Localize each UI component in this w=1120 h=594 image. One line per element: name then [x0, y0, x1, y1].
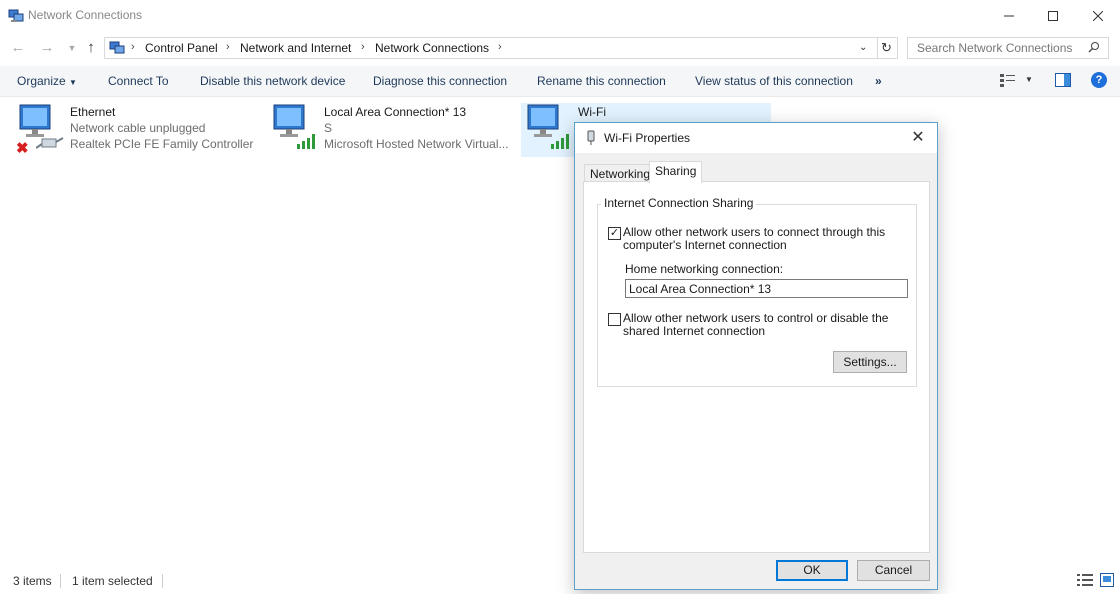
allow-connect-label-line2: computer's Internet connection — [623, 238, 787, 252]
breadcrumb-network-connections[interactable]: Network Connections — [375, 41, 489, 55]
network-status: S — [324, 121, 333, 135]
status-bar: 3 items 1 item selected — [0, 571, 1120, 591]
home-networking-value: Local Area Connection* 13 — [629, 282, 772, 296]
home-networking-field[interactable]: Local Area Connection* 13 — [625, 279, 908, 298]
network-name: Local Area Connection* 13 — [324, 105, 467, 119]
network-status: Network cable unplugged — [70, 121, 206, 135]
cancel-button[interactable]: Cancel — [857, 560, 930, 581]
ics-group-box: ✓ Allow other network users to connect t… — [597, 204, 917, 387]
organize-label: Organize — [17, 74, 66, 88]
breadcrumb-separator-icon: › — [226, 41, 230, 53]
network-name: Wi-Fi — [578, 105, 606, 119]
tab-networking[interactable]: Networking — [584, 164, 657, 182]
maximize-button[interactable] — [1030, 0, 1076, 32]
address-divider — [877, 38, 878, 58]
help-icon[interactable]: ? — [1091, 72, 1107, 88]
rename-button[interactable]: Rename this connection — [537, 74, 666, 88]
address-bar[interactable]: › Control Panel › Network and Internet ›… — [104, 37, 898, 59]
control-panel-icon — [109, 40, 125, 59]
search-icon[interactable] — [1088, 41, 1100, 56]
diagnose-button[interactable]: Diagnose this connection — [373, 74, 507, 88]
ok-button[interactable]: OK — [776, 560, 848, 581]
search-box[interactable]: Search Network Connections — [907, 37, 1109, 59]
network-adapter: Microsoft Hosted Network Virtual... — [324, 137, 509, 151]
signal-bars-icon — [296, 133, 318, 152]
status-divider — [60, 574, 61, 588]
allow-control-label[interactable]: Allow other network users to control or … — [623, 312, 888, 338]
checkmark-icon: ✓ — [609, 227, 620, 239]
search-input[interactable]: Search Network Connections — [917, 41, 1072, 55]
breadcrumb-control-panel[interactable]: Control Panel — [145, 41, 218, 55]
disable-device-button[interactable]: Disable this network device — [200, 74, 345, 88]
network-adapter: Realtek PCIe FE Family Controller — [70, 137, 254, 151]
ics-group-title: Internet Connection Sharing — [601, 196, 757, 210]
allow-connect-label[interactable]: Allow other network users to connect thr… — [623, 226, 885, 252]
disconnected-x-icon: ✖ — [16, 140, 29, 157]
view-status-button[interactable]: View status of this connection — [695, 74, 853, 88]
network-item-ethernet[interactable]: ✖ Ethernet Network cable unplugged Realt… — [14, 103, 254, 157]
refresh-icon[interactable]: ↻ — [881, 40, 892, 56]
up-arrow-icon[interactable]: ↑ — [82, 39, 100, 57]
breadcrumb-separator-icon: › — [361, 41, 365, 53]
change-view-icon[interactable] — [1000, 73, 1016, 90]
more-commands-chevron-icon[interactable]: » — [875, 74, 882, 88]
settings-button[interactable]: Settings... — [833, 351, 907, 373]
signal-bars-icon — [550, 133, 572, 152]
address-dropdown-chevron-icon[interactable]: ⌄ — [859, 42, 867, 53]
breadcrumb-separator-icon: › — [131, 41, 135, 53]
allow-control-label-line2: shared Internet connection — [623, 324, 766, 338]
network-name: Ethernet — [70, 105, 116, 119]
network-cable-icon — [35, 136, 64, 155]
details-view-icon[interactable] — [1077, 573, 1093, 590]
wifi-properties-dialog: Wi-Fi Properties ✕ Networking Sharing ✓ … — [574, 122, 938, 590]
selection-count: 1 item selected — [72, 574, 153, 588]
organize-chevron-icon: ▼ — [69, 78, 77, 87]
network-adapter-icon — [585, 130, 597, 149]
network-item-local-area-connection[interactable]: Local Area Connection* 13 S Microsoft Ho… — [268, 103, 518, 155]
large-icons-view-icon[interactable] — [1100, 573, 1114, 590]
forward-arrow-icon[interactable]: → — [38, 39, 56, 57]
command-bar: Organize ▼ Connect To Disable this netwo… — [0, 66, 1120, 97]
dialog-title-bar: Wi-Fi Properties ✕ — [575, 123, 937, 153]
tab-sharing[interactable]: Sharing — [649, 161, 703, 183]
sharing-tab-panel: ✓ Allow other network users to connect t… — [583, 181, 930, 553]
dialog-title: Wi-Fi Properties — [604, 131, 691, 145]
item-count: 3 items — [13, 574, 52, 588]
recent-locations-chevron-icon[interactable]: ▼ — [63, 39, 81, 57]
window-title: Network Connections — [28, 8, 143, 22]
breadcrumb-network-and-internet[interactable]: Network and Internet — [240, 41, 351, 55]
network-connections-app-icon — [8, 8, 24, 24]
back-arrow-icon[interactable]: ← — [9, 39, 27, 57]
close-button[interactable] — [1075, 0, 1120, 32]
organize-menu[interactable]: Organize ▼ — [17, 74, 77, 88]
status-divider — [162, 574, 163, 588]
allow-control-checkbox[interactable] — [608, 313, 621, 326]
preview-pane-icon[interactable] — [1055, 73, 1071, 90]
allow-connect-checkbox[interactable]: ✓ — [608, 227, 621, 240]
dialog-close-icon[interactable]: ✕ — [907, 127, 929, 149]
minimize-button[interactable] — [986, 0, 1032, 32]
breadcrumb-separator-icon: › — [498, 41, 502, 53]
home-networking-label: Home networking connection: — [625, 262, 784, 276]
view-options-chevron-icon[interactable]: ▼ — [1025, 75, 1033, 84]
connect-to-button[interactable]: Connect To — [108, 74, 169, 88]
title-bar: Network Connections — [0, 0, 1120, 32]
